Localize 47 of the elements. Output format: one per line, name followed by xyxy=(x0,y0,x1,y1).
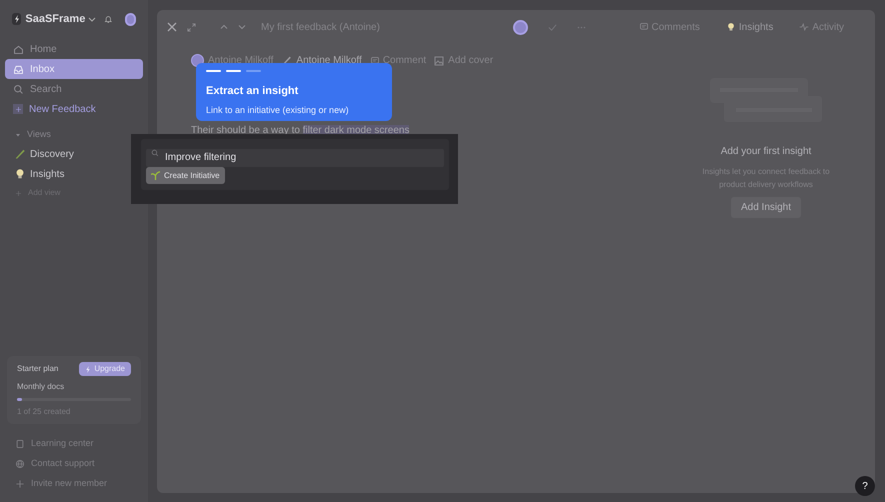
create-initiative-button[interactable]: Create Initiative xyxy=(146,167,225,184)
nav-item[interactable]: Search xyxy=(5,79,143,99)
home-icon xyxy=(13,44,24,54)
initiative-search-field[interactable]: Improve filtering xyxy=(146,148,444,166)
comment-icon xyxy=(638,22,648,32)
search-icon xyxy=(13,84,24,94)
image-icon xyxy=(434,56,444,66)
lightbulb-icon xyxy=(14,168,26,180)
view-item[interactable]: Discovery xyxy=(5,144,143,164)
views-section-toggle[interactable]: Views xyxy=(5,126,143,144)
plus-icon xyxy=(15,190,22,196)
sprout-icon xyxy=(151,171,160,180)
close-icon[interactable] xyxy=(167,22,177,32)
empty-state-title: Add your first insight xyxy=(720,145,812,159)
tooltip-text: Link to an initiative (existing or new) xyxy=(206,104,350,117)
workspace-logo-icon xyxy=(12,13,22,25)
book-icon xyxy=(15,439,25,449)
avatar[interactable] xyxy=(512,20,528,34)
pencil-icon xyxy=(14,148,26,160)
nav-item[interactable]: Home xyxy=(5,39,143,59)
bolt-icon xyxy=(85,366,92,372)
nav-item[interactable]: New Feedback xyxy=(5,99,143,119)
view-item[interactable]: Insights xyxy=(5,164,143,184)
plan-name: Starter plan xyxy=(17,363,58,375)
chevron-down-icon xyxy=(88,15,96,23)
comment-icon xyxy=(370,56,380,66)
globe-icon xyxy=(15,459,25,469)
expand-icon[interactable] xyxy=(187,22,196,32)
chevron-up-icon[interactable] xyxy=(220,23,228,31)
activity-icon xyxy=(799,22,810,32)
avatar[interactable] xyxy=(124,12,136,26)
inbox-icon xyxy=(13,64,24,74)
meter-label: Monthly docs xyxy=(17,381,66,393)
plus-icon xyxy=(13,104,23,114)
workspace-switcher[interactable]: SaaSFrame xyxy=(25,10,96,28)
check-icon[interactable] xyxy=(548,22,556,32)
pencil-icon xyxy=(281,55,292,66)
upgrade-button[interactable]: Upgrade xyxy=(79,362,131,376)
plus-icon xyxy=(15,479,25,489)
chevron-down-icon[interactable] xyxy=(238,23,246,31)
bell-icon[interactable] xyxy=(104,14,113,24)
add-insight-button[interactable]: Add Insight xyxy=(730,197,802,218)
caret-icon xyxy=(15,132,21,138)
tooltip-title: Extract an insight xyxy=(206,84,300,99)
lightbulb-icon xyxy=(726,22,736,32)
panel-tab[interactable]: Insights xyxy=(720,17,778,37)
nav-item[interactable]: Inbox xyxy=(5,59,143,79)
